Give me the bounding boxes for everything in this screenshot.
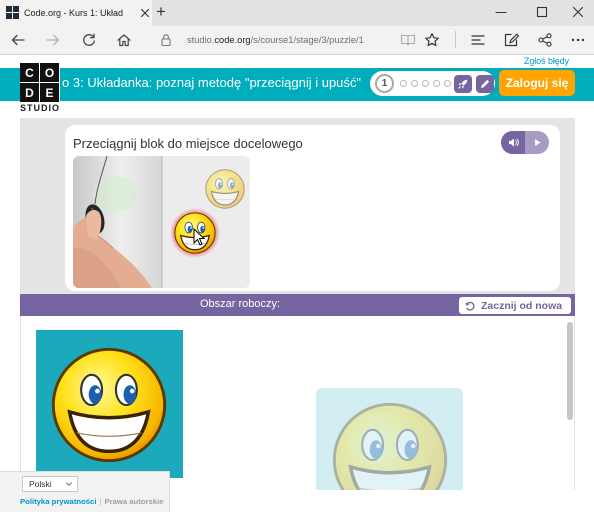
level-dot[interactable] (444, 80, 451, 87)
hub-icon[interactable] (470, 32, 486, 48)
workspace[interactable] (20, 316, 575, 490)
forward-arrow-icon[interactable] (45, 32, 61, 48)
home-icon[interactable] (116, 32, 132, 48)
share-icon[interactable] (537, 32, 553, 48)
audio-player[interactable] (501, 131, 549, 154)
reading-view-icon[interactable] (400, 32, 416, 48)
minimize-icon[interactable] (493, 4, 509, 20)
pencil-icon[interactable] (476, 74, 494, 93)
instruction-animation (73, 156, 250, 288)
url-prefix: studio. (187, 35, 215, 45)
language-value: Polski (29, 479, 52, 489)
maximize-icon[interactable] (534, 4, 550, 20)
logo-letter: C (20, 63, 39, 82)
level-progress: 1 (370, 71, 495, 96)
instructions-text: Przeciągnij blok do miejsce docelowego (73, 136, 303, 151)
target-smiley-faded (205, 169, 245, 209)
footer-links: Polityka prywatności | Prawa autorskie (20, 497, 163, 506)
login-button[interactable]: Zaloguj się (499, 70, 575, 96)
level-dot[interactable] (433, 80, 440, 87)
language-select[interactable]: Polski (22, 476, 78, 492)
tab-title: Code.org - Kurs 1: Układ (24, 8, 124, 18)
footer: Polski Polityka prywatności | Prawa autors… (0, 471, 170, 512)
close-window-icon[interactable] (570, 4, 586, 20)
web-note-icon[interactable] (503, 32, 519, 48)
code-studio-logo[interactable]: C O D E (20, 63, 60, 102)
workspace-label: Obszar roboczy: (199, 298, 281, 310)
address-bar[interactable]: studio.code.org/s/course1/stage/3/puzzle… (187, 35, 364, 45)
speaker-icon[interactable] (501, 131, 525, 154)
back-arrow-icon[interactable] (10, 32, 26, 48)
target-smiley-faded (332, 402, 448, 490)
restart-icon (464, 300, 476, 312)
logo-letter: O (40, 63, 59, 82)
page-title: o 3: Układanka: poznaj metodę "przeciągn… (62, 75, 362, 90)
progress-dots (400, 80, 451, 87)
toolbar-separator (455, 31, 456, 48)
reset-button-label: Zacznij od nowa (481, 299, 563, 312)
workspace-scrollbar[interactable] (567, 322, 573, 420)
reset-button[interactable]: Zacznij od nowa (459, 297, 571, 314)
level-dot[interactable] (400, 80, 407, 87)
close-tab-icon[interactable] (137, 5, 153, 21)
new-tab-button[interactable]: + (156, 2, 166, 22)
logo-subtitle: STUDIO (20, 103, 61, 113)
smiley-face (51, 347, 167, 463)
draggable-smiley-block[interactable] (36, 330, 183, 478)
level-dot[interactable] (422, 80, 429, 87)
favicon-icon (6, 6, 19, 19)
url-domain: code.org (214, 35, 251, 45)
current-level-bubble[interactable]: 1 (375, 74, 394, 93)
url-path: /s/course1/stage/3/puzzle/1 (250, 35, 364, 45)
play-icon[interactable] (525, 131, 549, 154)
copyright-link[interactable]: Prawa autorskie (104, 497, 163, 506)
chevron-down-icon (65, 480, 73, 490)
drop-target[interactable] (316, 388, 463, 490)
logo-letter: D (20, 83, 39, 102)
lock-icon[interactable] (158, 32, 174, 48)
rocket-icon[interactable] (454, 74, 472, 93)
level-dot[interactable] (411, 80, 418, 87)
refresh-icon[interactable] (81, 32, 97, 48)
logo-letter: E (40, 83, 59, 102)
favorite-star-icon[interactable] (424, 32, 440, 48)
more-icon[interactable] (570, 32, 586, 48)
privacy-link[interactable]: Polityka prywatności (20, 497, 96, 506)
report-bug-link[interactable]: Zgłoś błędy (524, 56, 569, 66)
